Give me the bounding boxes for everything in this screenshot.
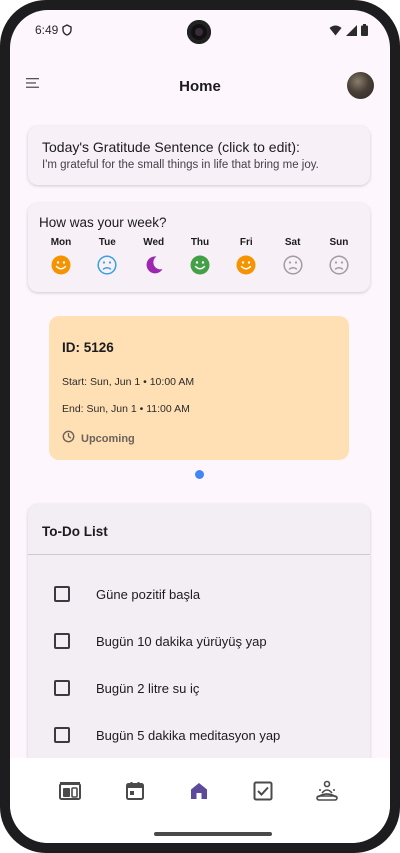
photo-album-icon[interactable] bbox=[57, 778, 83, 804]
day-label: Thu bbox=[190, 237, 210, 248]
day-wed[interactable]: Wed bbox=[131, 237, 177, 275]
todo-item-text: Bugün 5 dakika meditasyon yap bbox=[96, 727, 281, 743]
todo-checkbox[interactable] bbox=[54, 633, 70, 649]
event-card[interactable]: ID: 5126 Start: Sun, Jun 1 • 10:00 AM En… bbox=[49, 316, 349, 460]
sad-face-icon[interactable] bbox=[97, 255, 117, 275]
day-tue[interactable]: Tue bbox=[84, 237, 130, 275]
home-indicator[interactable] bbox=[154, 832, 272, 836]
list-item[interactable]: Bugün 5 dakika meditasyon yap bbox=[28, 712, 370, 758]
happy-face-icon[interactable] bbox=[190, 255, 210, 275]
happy-face-icon[interactable] bbox=[51, 255, 71, 275]
bottom-navigation bbox=[10, 758, 390, 843]
day-sun[interactable]: Sun bbox=[316, 237, 362, 275]
todo-checkbox[interactable] bbox=[54, 586, 70, 602]
todo-title: To-Do List bbox=[42, 524, 108, 539]
phone-frame: 6:49 Home Today's Gratitude Sentence (cl… bbox=[0, 0, 400, 853]
week-title: How was your week? bbox=[39, 215, 167, 230]
status-bar: 6:49 bbox=[10, 10, 390, 50]
day-label: Mon bbox=[50, 237, 72, 248]
day-thu[interactable]: Thu bbox=[177, 237, 223, 275]
happy-face-icon[interactable] bbox=[236, 255, 256, 275]
moon-icon[interactable] bbox=[144, 255, 164, 275]
gratitude-text: I'm grateful for the small things in lif… bbox=[42, 159, 319, 171]
event-end: End: Sun, Jun 1 • 11:00 AM bbox=[62, 403, 190, 415]
home-icon[interactable] bbox=[186, 778, 212, 804]
day-label: Sun bbox=[329, 237, 349, 248]
list-item[interactable]: Güne pozitif başla bbox=[28, 571, 370, 617]
camera-cutout bbox=[187, 20, 211, 44]
day-label: Fri bbox=[239, 237, 253, 248]
todo-checkbox[interactable] bbox=[54, 727, 70, 743]
carousel-page-indicator[interactable] bbox=[195, 470, 204, 479]
todo-checkbox[interactable] bbox=[54, 680, 70, 696]
clock-icon bbox=[62, 430, 75, 448]
day-fri[interactable]: Fri bbox=[223, 237, 269, 275]
list-item[interactable]: Bugün 10 dakika yürüyüş yap bbox=[28, 618, 370, 664]
avatar[interactable] bbox=[347, 72, 374, 99]
todo-card: To-Do List Güne pozitif başla Bugün 10 d… bbox=[28, 504, 370, 774]
list-item[interactable]: Bugün 2 litre su iç bbox=[28, 665, 370, 711]
week-mood-card: How was your week? Mon Tue Wed Thu Fri Sat Sun bbox=[28, 203, 370, 292]
gratitude-card[interactable]: Today's Gratitude Sentence (click to edi… bbox=[28, 126, 370, 185]
divider bbox=[28, 554, 370, 555]
battery-icon bbox=[361, 23, 368, 41]
page-title: Home bbox=[179, 78, 221, 95]
sad-face-icon[interactable] bbox=[283, 255, 303, 275]
signal-icon bbox=[346, 23, 357, 41]
gratitude-title: Today's Gratitude Sentence (click to edi… bbox=[42, 139, 300, 155]
event-id: ID: 5126 bbox=[62, 340, 114, 355]
meditation-icon[interactable] bbox=[314, 778, 340, 804]
todo-item-text: Bugün 10 dakika yürüyüş yap bbox=[96, 633, 267, 649]
shield-icon bbox=[62, 23, 72, 41]
week-days: Mon Tue Wed Thu Fri Sat Sun bbox=[38, 237, 362, 275]
event-status: Upcoming bbox=[62, 430, 135, 448]
screen: 6:49 Home Today's Gratitude Sentence (cl… bbox=[10, 10, 390, 843]
todo-item-text: Bugün 2 litre su iç bbox=[96, 680, 200, 696]
day-label: Wed bbox=[143, 237, 165, 248]
event-start: Start: Sun, Jun 1 • 10:00 AM bbox=[62, 376, 195, 388]
app-bar: Home bbox=[10, 58, 390, 114]
day-label: Sat bbox=[284, 237, 301, 248]
day-sat[interactable]: Sat bbox=[270, 237, 316, 275]
status-time: 6:49 bbox=[35, 23, 59, 37]
todo-item-text: Güne pozitif başla bbox=[96, 586, 201, 602]
event-status-label: Upcoming bbox=[81, 433, 135, 445]
day-mon[interactable]: Mon bbox=[38, 237, 84, 275]
sad-face-icon[interactable] bbox=[329, 255, 349, 275]
checkbox-icon[interactable] bbox=[250, 778, 276, 804]
day-label: Tue bbox=[98, 237, 116, 248]
calendar-icon[interactable] bbox=[122, 778, 148, 804]
wifi-icon bbox=[329, 23, 342, 41]
